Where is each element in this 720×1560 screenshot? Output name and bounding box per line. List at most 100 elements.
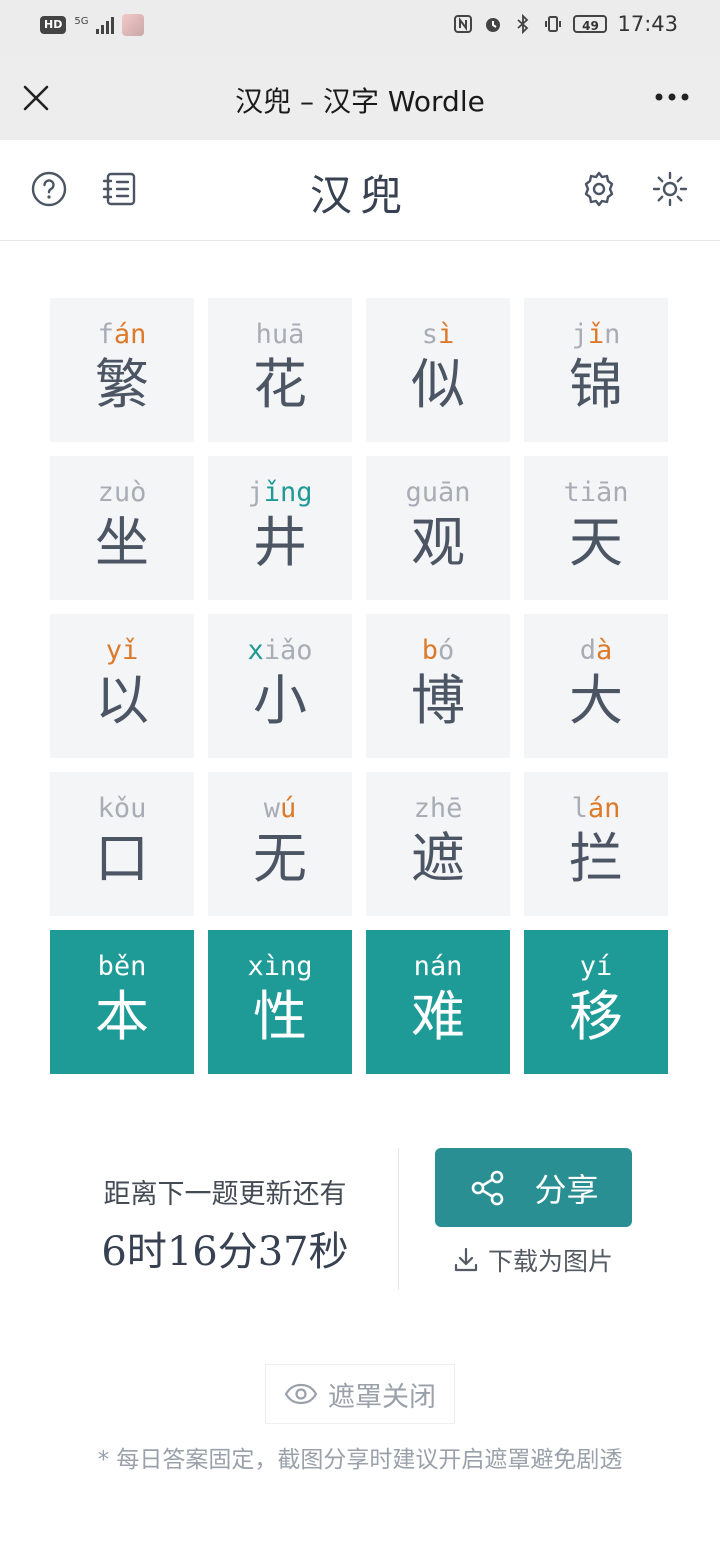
- tile-character: 无: [253, 827, 307, 890]
- tile-character: 观: [411, 511, 465, 574]
- mask-label: 遮罩关闭: [328, 1381, 436, 1413]
- tile-character: 移: [569, 985, 623, 1048]
- pinyin-segment: běn: [97, 951, 147, 982]
- pinyin-segment: yǐ: [105, 635, 139, 666]
- mask-toggle-button[interactable]: 遮罩关闭: [265, 1364, 455, 1424]
- tile-pinyin: zuò: [98, 476, 147, 510]
- pinyin-segment: ǐ: [587, 319, 605, 350]
- download-label: 下载为图片: [488, 1247, 614, 1276]
- tile-pinyin: bó: [422, 634, 455, 668]
- spoiler-note: * 每日答案固定，截图分享时建议开启遮罩避免剧透: [97, 1447, 623, 1473]
- network-type: 5G: [74, 15, 89, 27]
- guess-row: běn 本 xìng 性 nán 难 yí 移: [50, 930, 670, 1074]
- guess-tile: xìng 性: [208, 930, 352, 1074]
- theme-sun-icon[interactable]: [651, 170, 689, 208]
- guess-tile: xiǎo 小: [208, 614, 352, 758]
- signal-icon: [96, 16, 115, 34]
- pinyin-segment: j: [571, 319, 588, 350]
- tile-pinyin: dà: [580, 634, 613, 668]
- countdown-label: 距离下一题更新还有: [103, 1179, 347, 1210]
- pinyin-segment: à: [596, 635, 613, 666]
- tile-character: 小: [253, 669, 307, 732]
- countdown: 距离下一题更新还有 6时16分37秒: [60, 1172, 390, 1277]
- guess-tile: jǐn 锦: [524, 298, 668, 442]
- share-label: 分享: [534, 1170, 599, 1209]
- tile-pinyin: jǐng: [247, 476, 312, 510]
- pinyin-segment: ì: [438, 319, 455, 350]
- pinyin-segment: ó: [438, 635, 455, 666]
- pinyin-segment: n: [604, 319, 621, 350]
- guess-tile: nán 难: [366, 930, 510, 1074]
- pinyin-segment: s: [421, 319, 438, 350]
- pinyin-segment: zu: [97, 477, 131, 508]
- guess-tile: zuò 坐: [50, 456, 194, 600]
- tile-pinyin: huā: [256, 318, 305, 352]
- guess-tile: huā 花: [208, 298, 352, 442]
- pinyin-segment: kǒu: [97, 793, 147, 824]
- tile-pinyin: xiǎo: [247, 634, 312, 668]
- tile-pinyin: yí: [580, 950, 613, 984]
- pinyin-segment: tiān: [563, 477, 629, 508]
- tile-pinyin: jǐn: [572, 318, 621, 352]
- guess-tile: fán 繁: [50, 298, 194, 442]
- battery-indicator: 49: [573, 15, 608, 33]
- tile-pinyin: tiān: [563, 476, 628, 510]
- eye-icon: [284, 1383, 318, 1405]
- guess-tile: guān 观: [366, 456, 510, 600]
- alarm-icon: [486, 18, 501, 32]
- guess-row: yǐ 以 xiǎo 小 bó 博 dà 大: [50, 614, 670, 758]
- pinyin-segment: yí: [579, 951, 613, 982]
- download-image-link[interactable]: 下载为图片: [452, 1242, 613, 1278]
- bluetooth-icon: [517, 14, 529, 34]
- pinyin-segment: l: [571, 793, 588, 824]
- app-header: 汉兜: [0, 140, 720, 241]
- guess-row: zuò 坐 jǐng 井 guān 观 tiān 天: [50, 456, 670, 600]
- settings-gear-icon[interactable]: [580, 170, 618, 208]
- tile-pinyin: yǐ: [106, 634, 139, 668]
- download-icon: [454, 1247, 478, 1272]
- guess-tile: bó 博: [366, 614, 510, 758]
- guess-row: fán 繁 huā 花 sì 似 jǐn 锦: [50, 298, 670, 442]
- tile-character: 遮: [411, 827, 465, 890]
- pinyin-segment: w: [263, 793, 280, 824]
- tile-pinyin: xìng: [247, 950, 312, 984]
- status-time: 17:43: [617, 12, 678, 36]
- guess-tile: wú 无: [208, 772, 352, 916]
- pinyin-segment: ú: [280, 793, 297, 824]
- pinyin-segment: iǎo: [263, 635, 313, 666]
- tile-pinyin: kǒu: [98, 792, 147, 826]
- tile-pinyin: sì: [422, 318, 455, 352]
- vertical-divider: [398, 1148, 399, 1290]
- mini-program-titlebar: 汉兜 – 汉字 Wordle: [0, 56, 720, 140]
- more-icon[interactable]: [654, 92, 690, 102]
- pinyin-segment: xìng: [247, 951, 313, 982]
- status-right: 49 17:43: [453, 12, 678, 36]
- guess-tile: yǐ 以: [50, 614, 194, 758]
- nfc-icon: [454, 15, 473, 33]
- pinyin-segment: huā: [255, 319, 305, 350]
- pinyin-segment: f: [97, 319, 114, 350]
- guess-tile: sì 似: [366, 298, 510, 442]
- window-title: 汉兜 – 汉字 Wordle: [235, 85, 485, 118]
- tile-character: 拦: [569, 827, 623, 890]
- tile-pinyin: guān: [405, 476, 470, 510]
- notification-avatar: [122, 14, 145, 36]
- guess-tile: dà 大: [524, 614, 668, 758]
- tile-pinyin: lán: [572, 792, 621, 826]
- guess-row: kǒu 口 wú 无 zhē 遮 lán 拦: [50, 772, 670, 916]
- pinyin-segment: án: [587, 793, 621, 824]
- pinyin-segment: d: [579, 635, 596, 666]
- guess-tile: zhē 遮: [366, 772, 510, 916]
- guess-tile: kǒu 口: [50, 772, 194, 916]
- pinyin-segment: nán: [413, 951, 463, 982]
- pinyin-segment: x: [247, 635, 264, 666]
- tile-character: 繁: [95, 353, 149, 416]
- pinyin-segment: ò: [130, 477, 147, 508]
- status-left: HD 5G: [40, 14, 145, 36]
- guess-tile: běn 本: [50, 930, 194, 1074]
- share-button[interactable]: 分享: [435, 1148, 632, 1227]
- tile-pinyin: wú: [264, 792, 297, 826]
- guess-tile: yí 移: [524, 930, 668, 1074]
- tile-pinyin: fán: [98, 318, 147, 352]
- tile-pinyin: zhē: [414, 792, 463, 826]
